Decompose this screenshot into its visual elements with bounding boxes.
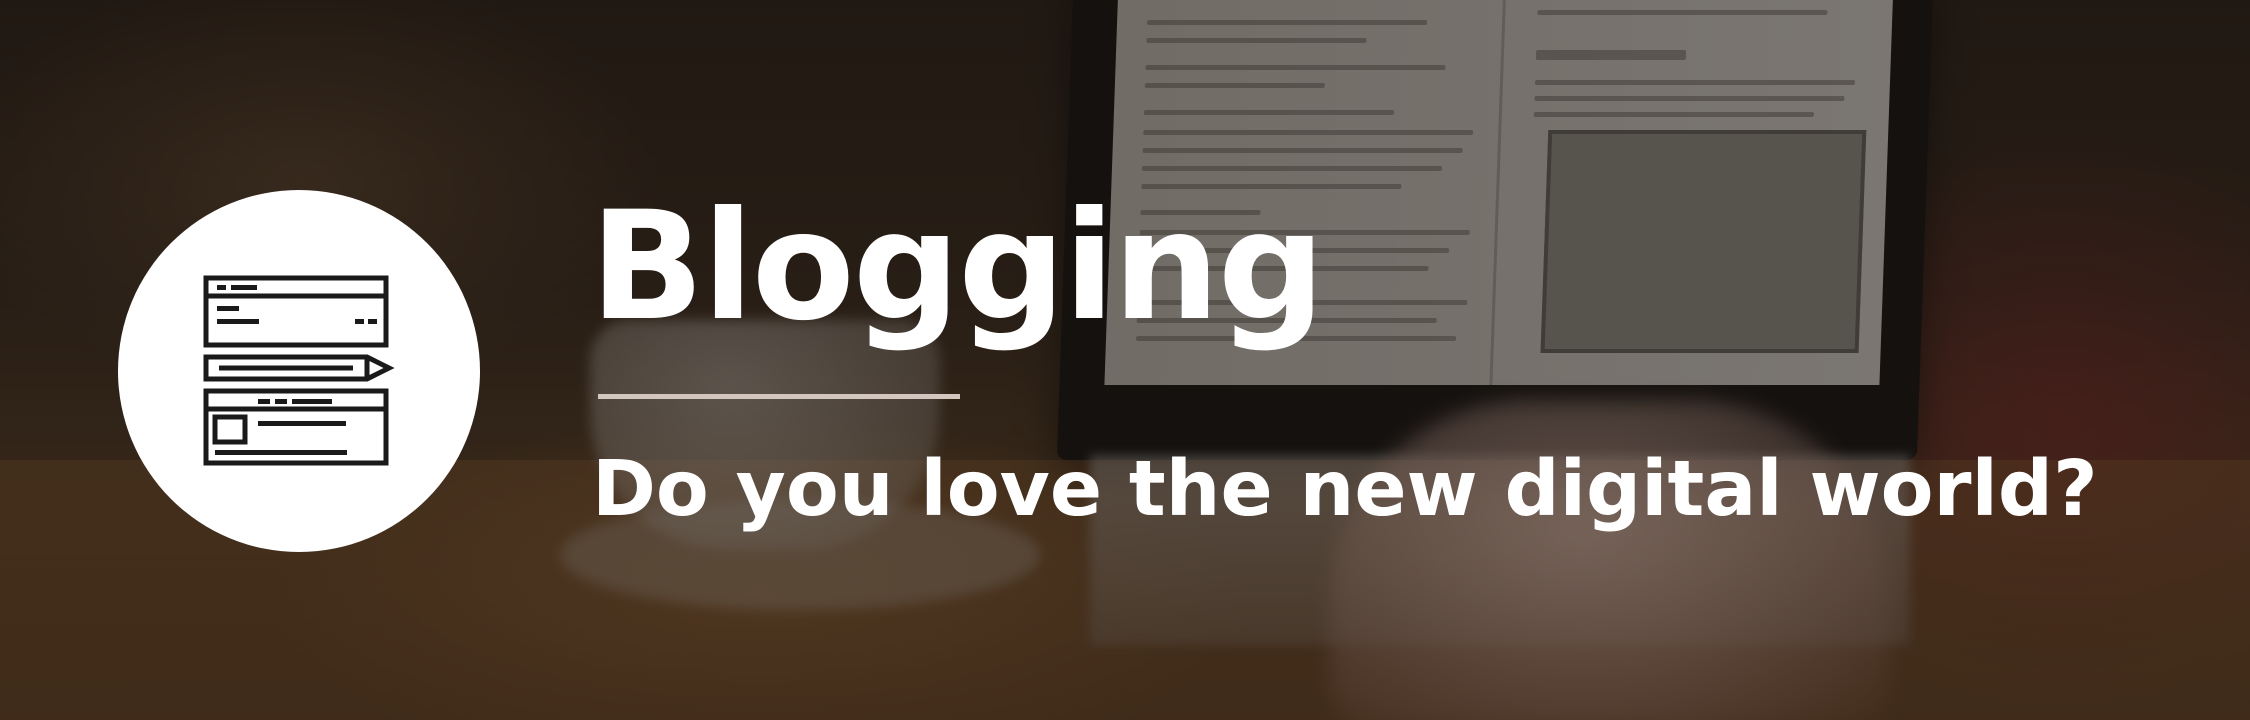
icon-circle bbox=[118, 190, 480, 552]
banner-subtitle: Do you love the new digital world? bbox=[592, 445, 2098, 534]
blogging-banner: Blogging Do you love the new digital wor… bbox=[0, 0, 2250, 720]
blog-editor-pencil-icon bbox=[203, 275, 395, 466]
banner-title: Blogging bbox=[590, 180, 1325, 354]
title-divider bbox=[598, 394, 960, 399]
